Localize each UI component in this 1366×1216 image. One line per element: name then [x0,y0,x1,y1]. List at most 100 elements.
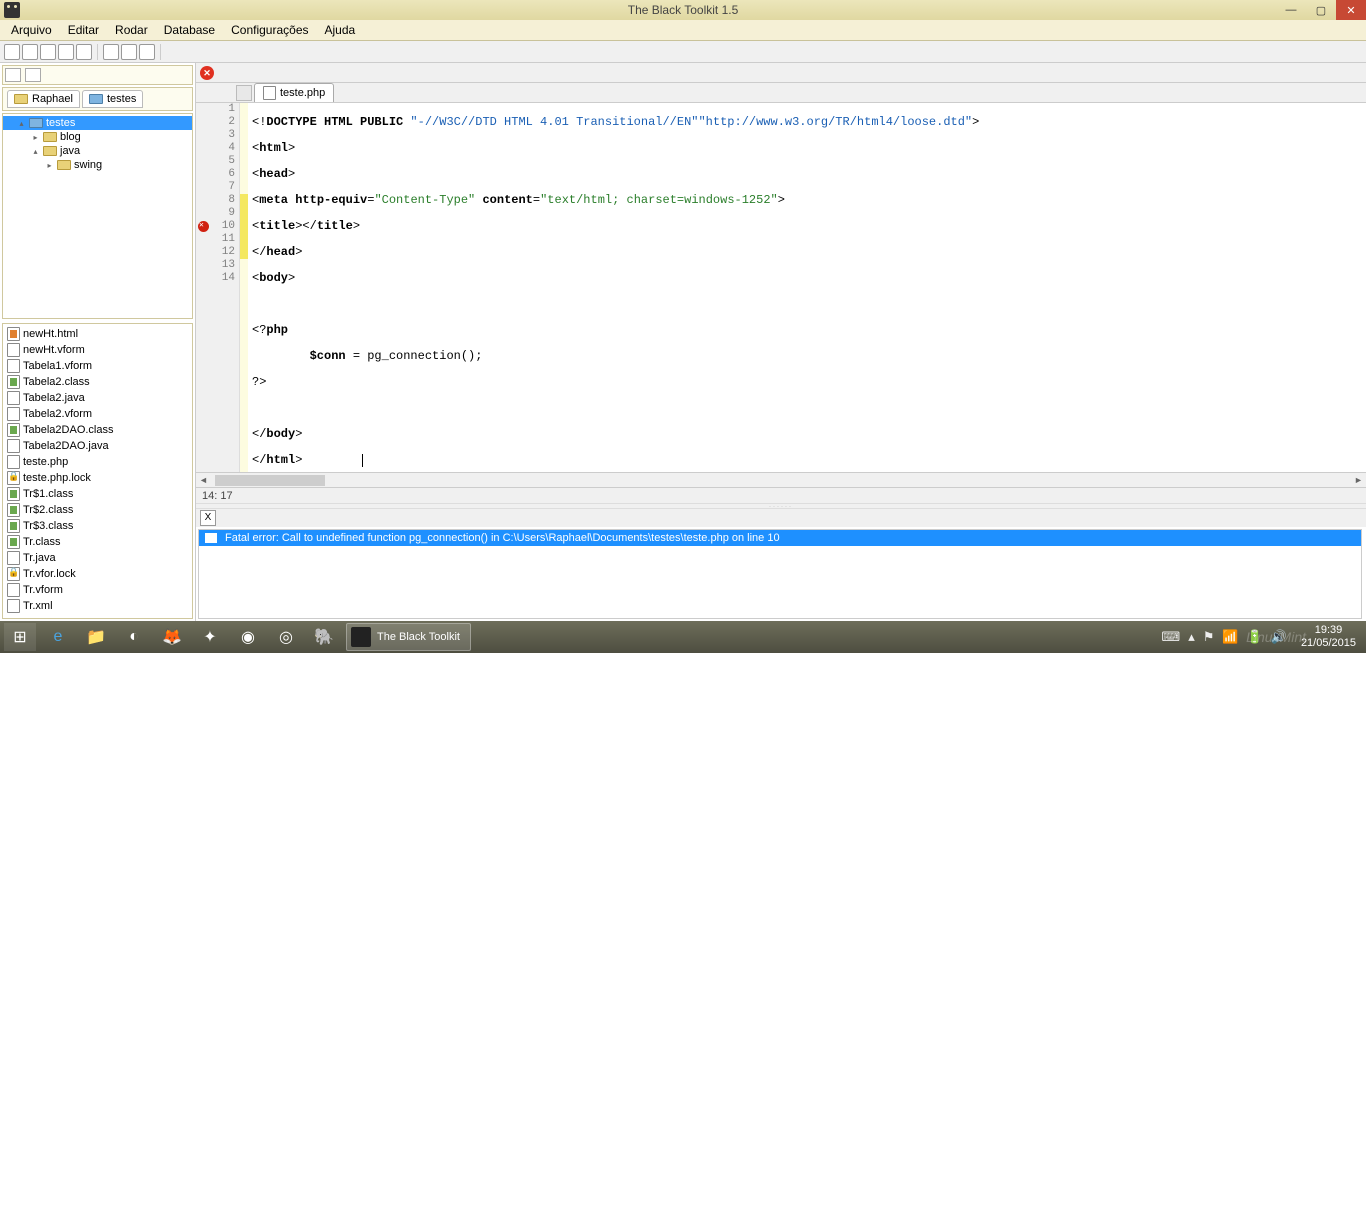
taskbar-explorer-icon[interactable]: 📁 [80,623,112,651]
clock-time: 19:39 [1301,624,1356,637]
save-all-icon[interactable] [58,44,74,60]
toolbar [0,41,1366,63]
taskbar-pg-icon[interactable]: 🐘 [308,623,340,651]
line-number: 8 [196,194,235,207]
code-area[interactable]: <!DOCTYPE HTML PUBLIC "-//W3C//DTD HTML … [248,103,1366,472]
file-icon [7,391,20,405]
new-file-icon[interactable] [4,44,20,60]
menu-rodar[interactable]: Rodar [108,21,155,39]
minimize-button[interactable]: — [1276,0,1306,20]
error-indicator-icon[interactable]: ✕ [200,66,214,80]
new-item-icon[interactable] [5,68,21,82]
file-item[interactable]: Tr$3.class [3,518,192,534]
project-tab-raphael[interactable]: Raphael [7,90,80,108]
tree-node-testes[interactable]: ▴testes [3,116,192,130]
taskbar-ie-icon[interactable]: e [42,623,74,651]
file-item[interactable]: newHt.vform [3,342,192,358]
project-tab-testes[interactable]: testes [82,90,143,108]
file-list[interactable]: newHt.htmlnewHt.vformTabela1.vformTabela… [2,323,193,619]
fold-marker [240,194,248,207]
project-tabs: Raphael testes [2,87,193,111]
run-icon[interactable] [103,44,119,60]
folder-icon [43,132,57,142]
menu-ajuda[interactable]: Ajuda [318,21,363,39]
file-item[interactable]: newHt.html [3,326,192,342]
file-item[interactable]: teste.php.lock [3,470,192,486]
file-item[interactable]: Tabela2.vform [3,406,192,422]
flag-icon[interactable]: ⚑ [1203,629,1215,645]
scroll-left-icon[interactable]: ◄ [196,475,211,485]
taskbar-active-app[interactable]: The Black Toolkit [346,623,471,651]
file-item[interactable]: Tabela2.java [3,390,192,406]
browser-icon[interactable] [139,44,155,60]
console-header: X [196,509,1366,527]
expand-icon[interactable]: ▸ [31,133,40,142]
taskbar-chrome-icon[interactable]: ◉ [232,623,264,651]
horizontal-scrollbar[interactable]: ◄ ► [196,472,1366,487]
keyboard-icon[interactable]: ⌨ [1161,629,1180,645]
file-name: Tr.java [23,552,56,564]
edit-icon[interactable] [76,44,92,60]
save-icon[interactable] [40,44,56,60]
editor-status: 14: 17 [196,487,1366,503]
tree-node-java[interactable]: ▴java [3,144,192,158]
battery-icon[interactable]: 🔋 [1247,629,1263,645]
file-item[interactable]: Tr.class [3,534,192,550]
file-item[interactable]: Tabela1.vform [3,358,192,374]
line-number: 14 [196,272,235,285]
folder-tree[interactable]: ▴testes ▸ blog ▴java ▸swing [2,113,193,319]
file-name: newHt.vform [23,344,85,356]
code-editor[interactable]: 1234567891011121314 <!DOCTYPE HTML PUBLI… [196,103,1366,472]
file-item[interactable]: Tr.xml [3,598,192,614]
maximize-button[interactable]: ▢ [1306,0,1336,20]
taskbar-app3-icon[interactable]: ◎ [270,623,302,651]
file-item[interactable]: Tr.java [3,550,192,566]
start-button[interactable]: ⊞ [4,623,36,651]
file-item[interactable]: Tabela2DAO.java [3,438,192,454]
tray-icon[interactable]: ▴ [1188,629,1195,645]
file-item[interactable]: Tr.vfor.lock [3,566,192,582]
add-item-icon[interactable] [25,68,41,82]
file-item[interactable]: Tabela2DAO.class [3,422,192,438]
close-button[interactable]: ✕ [1336,0,1366,20]
scroll-thumb[interactable] [215,475,325,486]
file-item[interactable]: teste.php [3,454,192,470]
file-item[interactable]: Tr$2.class [3,502,192,518]
file-name: Tr.class [23,536,61,548]
line-number: 13 [196,259,235,272]
line-number: 10 [196,220,235,233]
menu-arquivo[interactable]: Arquivo [4,21,59,39]
scroll-right-icon[interactable]: ► [1351,475,1366,485]
editor-tab-teste[interactable]: teste.php [254,83,334,102]
console-output[interactable]: Fatal error: Call to undefined function … [198,529,1362,619]
file-name: Tabela2DAO.java [23,440,109,452]
volume-icon[interactable]: 🔊 [1271,629,1287,645]
collapse-icon[interactable]: ▴ [17,119,26,128]
error-tab-row: ✕ [196,63,1366,83]
console-close-button[interactable]: X [200,510,216,526]
file-icon [7,423,20,437]
menu-editar[interactable]: Editar [61,21,106,39]
menu-database[interactable]: Database [157,21,222,39]
menu-configuracoes[interactable]: Configurações [224,21,315,39]
file-item[interactable]: Tabela2.class [3,374,192,390]
tab-nav-button[interactable] [236,85,252,101]
tree-node-swing[interactable]: ▸swing [3,158,192,172]
file-item[interactable]: Tr.vform [3,582,192,598]
console-error-line[interactable]: Fatal error: Call to undefined function … [199,530,1361,546]
collapse-icon[interactable]: ▴ [31,147,40,156]
wifi-icon[interactable]: 📶 [1222,629,1238,645]
taskbar-app1-icon[interactable]: ◐ [118,623,150,651]
file-item[interactable]: Tr$1.class [3,486,192,502]
taskbar: ⊞ e 📁 ◐ 🦊 ✦ ◉ ◎ 🐘 The Black Toolkit Linu… [0,621,1366,653]
tree-node-blog[interactable]: ▸ blog [3,130,192,144]
line-number: 2 [196,116,235,129]
open-icon[interactable] [22,44,38,60]
taskbar-app2-icon[interactable]: ✦ [194,623,226,651]
clock[interactable]: 19:39 21/05/2015 [1295,624,1362,650]
fold-marker [240,233,248,246]
tree-label: blog [60,131,81,143]
taskbar-firefox-icon[interactable]: 🦊 [156,623,188,651]
stop-icon[interactable] [121,44,137,60]
expand-icon[interactable]: ▸ [45,161,54,170]
